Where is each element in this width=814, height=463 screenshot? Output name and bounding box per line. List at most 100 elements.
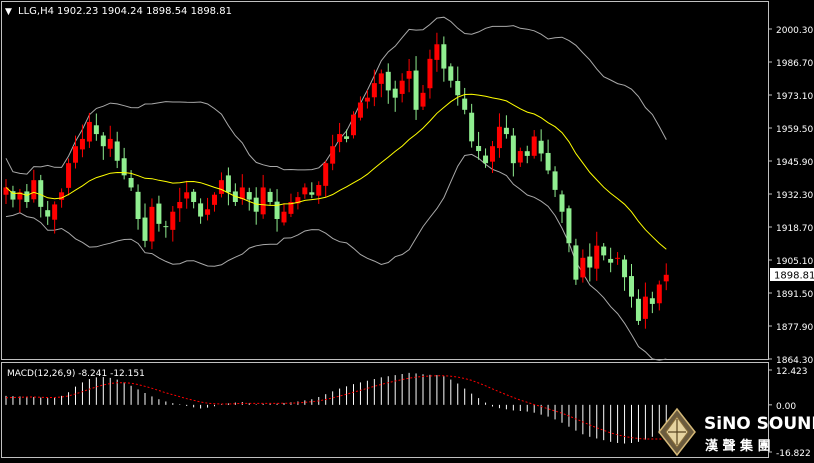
candle-body (170, 211, 176, 230)
candle-body (24, 191, 30, 203)
candle-body (212, 194, 217, 205)
candle-body (337, 134, 343, 143)
candle[interactable] (351, 111, 356, 139)
price-tick-label: 2000.30 (776, 26, 813, 36)
candle-body (642, 296, 648, 319)
price-tick-label: 1959.50 (776, 125, 813, 135)
candle-body (559, 194, 565, 212)
candle-body (448, 66, 454, 81)
candle-body (344, 136, 350, 139)
price-tick-label: 1986.70 (776, 59, 813, 69)
candle-body (608, 258, 614, 263)
candle-body (622, 259, 628, 278)
candle-body (441, 44, 447, 69)
chart-menu-arrow-icon[interactable]: ▼ (5, 7, 12, 17)
candle-body (52, 204, 58, 220)
candle-body (100, 135, 106, 147)
candle-body (545, 152, 551, 171)
candle-body (225, 175, 231, 193)
candle-body (552, 171, 558, 190)
candle-body (93, 125, 99, 135)
candle-body (615, 257, 621, 259)
candle-body (510, 135, 516, 164)
brand-name-cn: 漢 聲 集 團 (705, 438, 771, 454)
candle-body (483, 155, 489, 164)
candle-body (580, 257, 586, 278)
candle-body (128, 177, 134, 188)
candle-body (455, 81, 461, 96)
candle-body (73, 146, 78, 163)
brand-logo: SiNO SOUND 漢 聲 集 團 (655, 405, 814, 459)
current-price-value: 1898.81 (774, 271, 814, 282)
candle-body (420, 92, 426, 107)
candle-body (45, 210, 51, 217)
candle-body (163, 226, 169, 228)
chart-background (0, 0, 814, 459)
price-tick-label: 1918.70 (776, 224, 813, 234)
candle-body (517, 151, 523, 163)
candle-body (149, 206, 155, 242)
symbol-label: LLG,H4 (18, 6, 54, 17)
candle-body (191, 191, 197, 203)
candle-body (413, 70, 419, 110)
candle-body (573, 245, 579, 280)
candle-body (371, 83, 377, 98)
price-tick-label: 1973.10 (776, 92, 813, 102)
candle-body (107, 138, 113, 149)
candle-body (392, 88, 398, 98)
candle-body (260, 187, 266, 215)
candle-body (302, 187, 308, 195)
candle-body (649, 298, 655, 304)
diamond-logo-icon (658, 407, 696, 457)
candle-body (177, 202, 183, 209)
candle-body (364, 97, 370, 102)
candle-body (524, 151, 530, 156)
candle-body (351, 114, 356, 136)
trading-chart[interactable]: ▼ LLG,H4 1902.23 1904.24 1898.54 1898.81… (0, 0, 814, 459)
candle-body (66, 163, 72, 188)
candle-body (31, 180, 37, 200)
candle-body (274, 201, 280, 219)
candle-body (323, 163, 329, 186)
candle-body (469, 112, 475, 142)
candle-body (239, 187, 245, 200)
candle-body (38, 180, 44, 207)
macd-tick-label: 12.423 (776, 367, 808, 377)
candle-body (496, 126, 502, 149)
candle-body (663, 274, 669, 282)
candle-body (316, 185, 322, 196)
candle-body (267, 191, 273, 203)
brand-name-en: SiNO SOUND (704, 414, 814, 434)
candle-body (86, 121, 92, 142)
candle-body (601, 246, 607, 256)
candle-body (281, 211, 287, 223)
candle-body (594, 245, 600, 269)
candle[interactable] (573, 238, 579, 285)
candle-body (184, 192, 190, 199)
candle-body (587, 256, 593, 268)
candle-body (205, 209, 211, 215)
candle-body (566, 208, 572, 244)
candle-body (635, 298, 641, 321)
candle-body (79, 138, 85, 150)
candle-body (503, 127, 509, 135)
candle-body (59, 192, 65, 200)
macd-label: MACD(12,26,9) -8.241 -12.151 (7, 369, 145, 379)
candle-body (198, 203, 204, 217)
candle-body (135, 191, 141, 219)
candle-body (538, 140, 544, 154)
price-tick-label: 1864.30 (776, 356, 813, 366)
candle-body (476, 145, 482, 152)
candle-body (434, 44, 440, 60)
candle-body (156, 203, 162, 224)
ohlc-readout: 1902.23 1904.24 1898.54 1898.81 (57, 6, 232, 17)
candle-body (629, 276, 634, 297)
candle-body (378, 73, 384, 84)
candle-body (246, 192, 252, 200)
price-tick-label: 1945.90 (776, 158, 813, 168)
candle-body (114, 141, 120, 161)
candle-body (406, 70, 412, 79)
candle-body (531, 136, 537, 156)
candle-body (330, 146, 336, 164)
price-tick-label: 1905.10 (776, 257, 813, 267)
